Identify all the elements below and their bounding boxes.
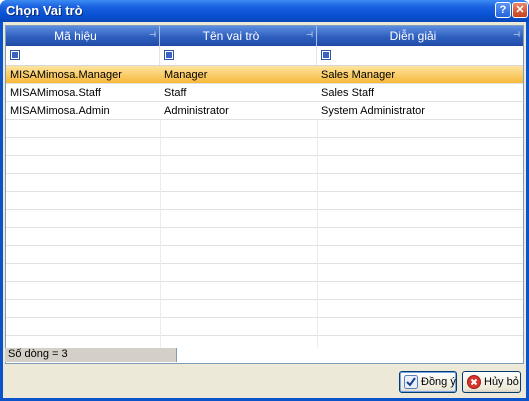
table-row[interactable]: MISAMimosa.Staff Staff Sales Staff [6, 84, 523, 102]
role-grid: Mã hiệu ⊣ Tên vai trò ⊣ Diễn giải ⊣ MISA… [5, 25, 524, 364]
cancel-circle-icon [467, 375, 481, 389]
column-header-description[interactable]: Diễn giải ⊣ [317, 26, 523, 46]
cancel-button-label: Hủy bỏ [484, 376, 519, 388]
pin-icon[interactable]: ⊣ [306, 30, 313, 39]
pin-icon[interactable]: ⊣ [513, 30, 520, 39]
cell-code: MISAMimosa.Manager [10, 69, 122, 81]
column-divider [317, 120, 318, 352]
empty-row [6, 318, 523, 336]
table-row[interactable]: MISAMimosa.Admin Administrator System Ad… [6, 102, 523, 120]
cell-description: Sales Manager [321, 69, 395, 81]
empty-row [6, 264, 523, 282]
cell-code: MISAMimosa.Admin [10, 105, 110, 117]
column-header-label: Tên vai trò [202, 29, 260, 43]
cell-role-name: Staff [164, 87, 187, 99]
ok-button-label: Đồng ý [421, 376, 456, 388]
empty-row [6, 156, 523, 174]
filter-icon[interactable] [164, 50, 174, 60]
cell-role-name: Administrator [164, 105, 229, 117]
column-divider [160, 120, 161, 352]
cell-role-name: Manager [164, 69, 208, 81]
empty-row [6, 210, 523, 228]
empty-row [6, 192, 523, 210]
filter-cell-code[interactable] [6, 46, 160, 65]
cancel-button[interactable]: Hủy bỏ [462, 371, 521, 393]
pin-icon[interactable]: ⊣ [149, 30, 156, 39]
dialog-window: Chọn Vai trò ? ✕ Mã hiệu ⊣ Tên vai trò ⊣… [0, 0, 529, 401]
ok-button[interactable]: Đồng ý [399, 371, 457, 393]
close-button[interactable]: ✕ [512, 2, 528, 18]
column-header-code[interactable]: Mã hiệu ⊣ [6, 26, 160, 46]
empty-row [6, 228, 523, 246]
title-bar[interactable]: Chọn Vai trò ? ✕ [0, 0, 529, 22]
dialog-client: Mã hiệu ⊣ Tên vai trò ⊣ Diễn giải ⊣ MISA… [3, 22, 526, 398]
column-header-label: Diễn giải [389, 29, 437, 43]
empty-row [6, 174, 523, 192]
empty-row [6, 300, 523, 318]
grid-footer: Số dòng = 3 [5, 348, 522, 362]
check-icon [404, 375, 418, 389]
cell-description: Sales Staff [321, 87, 374, 99]
footer-blank [177, 348, 522, 362]
empty-row [6, 120, 523, 138]
column-header-label: Mã hiệu [54, 29, 97, 43]
filter-icon[interactable] [10, 50, 20, 60]
cell-description: System Administrator [321, 105, 425, 117]
filter-row [6, 46, 523, 66]
window-title: Chọn Vai trò [6, 3, 83, 18]
column-header-role-name[interactable]: Tên vai trò ⊣ [160, 26, 317, 46]
empty-row [6, 246, 523, 264]
empty-row [6, 138, 523, 156]
empty-row [6, 282, 523, 300]
row-count-status: Số dòng = 3 [5, 348, 177, 362]
filter-icon[interactable] [321, 50, 331, 60]
cell-code: MISAMimosa.Staff [10, 87, 101, 99]
filter-cell-description[interactable] [317, 46, 523, 65]
help-button[interactable]: ? [495, 2, 511, 18]
filter-cell-role-name[interactable] [160, 46, 317, 65]
table-row[interactable]: MISAMimosa.Manager Manager Sales Manager [6, 66, 523, 84]
